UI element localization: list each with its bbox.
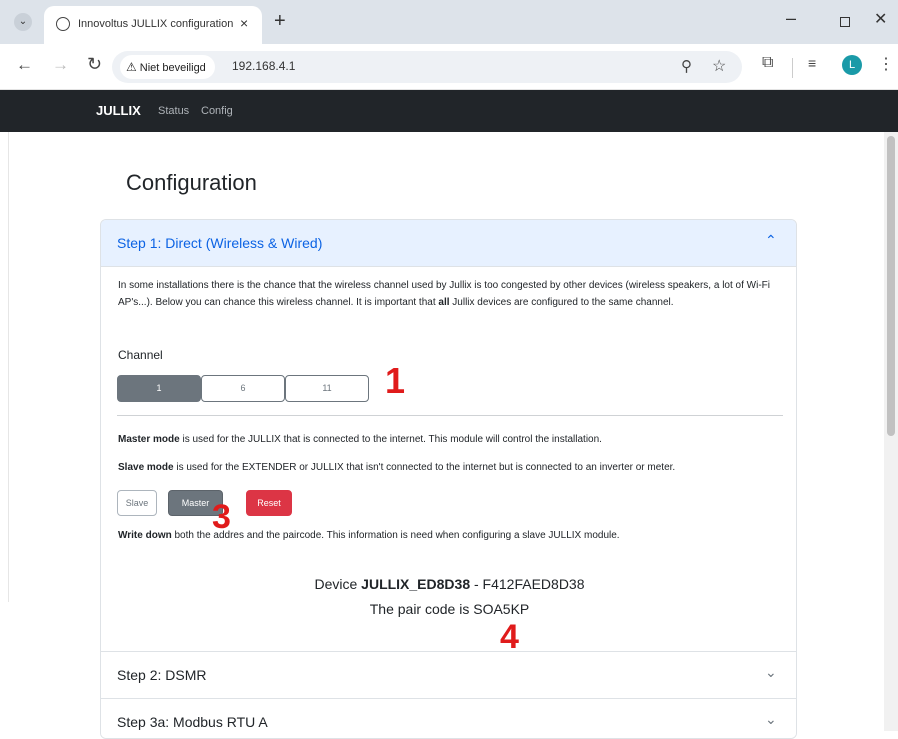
- config-accordion: Step 1: Direct (Wireless & Wired) ⌃ In s…: [100, 219, 797, 739]
- tab-search-icon[interactable]: ⌄: [14, 13, 32, 31]
- site-navbar: JULLIX Status Config: [0, 90, 898, 132]
- device-info: Device JULLIX_ED8D38 - F412FAED8D38: [314, 576, 585, 592]
- accordion-header-step1[interactable]: Step 1: Direct (Wireless & Wired) ⌃: [101, 220, 796, 267]
- chevron-down-icon: ⌄: [765, 664, 777, 680]
- globe-icon: [56, 17, 70, 31]
- toolbar-divider: [792, 58, 793, 78]
- menu-icon[interactable]: ⋮: [878, 54, 894, 74]
- chevron-down-icon: ⌄: [765, 711, 777, 727]
- master-mode-text: Master mode is used for the JULLIX that …: [118, 434, 602, 445]
- channel-button-6[interactable]: 6: [201, 375, 285, 402]
- tab-title: Innovoltus JULLIX configuration: [78, 18, 234, 30]
- minimize-button[interactable]: –: [786, 8, 796, 29]
- channel-intro-text: In some installations there is the chanc…: [118, 280, 770, 308]
- back-icon[interactable]: ←: [16, 55, 33, 75]
- scrollbar[interactable]: [884, 132, 898, 731]
- security-label: Niet beveiligd: [139, 62, 206, 74]
- page-title: Configuration: [126, 170, 257, 195]
- extensions-icon[interactable]: ⧉: [762, 54, 773, 72]
- annotation-3: 3: [212, 498, 231, 536]
- channel-label: Channel: [118, 348, 163, 362]
- accordion-header-step2[interactable]: Step 2: DSMR ⌄: [101, 651, 796, 698]
- reset-button[interactable]: Reset: [246, 490, 292, 516]
- close-window-button[interactable]: ✕: [874, 9, 887, 29]
- browser-tab[interactable]: Innovoltus JULLIX configuration ×: [44, 6, 262, 44]
- reload-icon[interactable]: ↻: [87, 54, 102, 75]
- pair-code: The pair code is SOA5KP: [369, 601, 530, 617]
- step3a-title: Step 3a: Modbus RTU A: [117, 714, 268, 730]
- slave-button[interactable]: Slave: [117, 490, 157, 516]
- address-bar[interactable]: ⚠ Niet beveiligd 192.168.4.1 ⚲ ☆: [112, 51, 742, 83]
- new-tab-button[interactable]: +: [274, 10, 286, 33]
- warning-icon: ⚠: [126, 60, 137, 74]
- page-edge: [8, 132, 9, 602]
- star-icon[interactable]: ☆: [712, 56, 726, 76]
- maximize-button[interactable]: [840, 17, 850, 27]
- url-text[interactable]: 192.168.4.1: [232, 59, 295, 73]
- media-icon[interactable]: ≡: [808, 55, 816, 71]
- step1-title: Step 1: Direct (Wireless & Wired): [117, 235, 323, 251]
- brand-link[interactable]: JULLIX: [96, 103, 141, 118]
- security-chip[interactable]: ⚠ Niet beveiligd: [120, 55, 215, 79]
- chevron-up-icon: ⌃: [765, 232, 777, 248]
- annotation-4: 4: [500, 618, 519, 656]
- scrollbar-thumb[interactable]: [887, 136, 895, 436]
- forward-icon[interactable]: →: [52, 55, 69, 75]
- tab-close-icon[interactable]: ×: [240, 15, 248, 31]
- browser-tab-bar: ⌄ Innovoltus JULLIX configuration × + – …: [0, 0, 898, 44]
- annotation-1: 1: [385, 360, 406, 401]
- zoom-icon[interactable]: ⚲: [681, 57, 692, 75]
- accordion-header-step3a[interactable]: Step 3a: Modbus RTU A ⌄: [101, 698, 796, 738]
- divider: [117, 415, 783, 416]
- channel-button-1[interactable]: 1: [117, 375, 201, 402]
- slave-mode-text: Slave mode is used for the EXTENDER or J…: [118, 462, 676, 473]
- nav-link-config[interactable]: Config: [201, 105, 233, 117]
- step2-title: Step 2: DSMR: [117, 667, 207, 683]
- channel-button-11[interactable]: 11: [285, 375, 369, 402]
- nav-link-status[interactable]: Status: [158, 105, 189, 117]
- profile-avatar[interactable]: L: [842, 55, 862, 75]
